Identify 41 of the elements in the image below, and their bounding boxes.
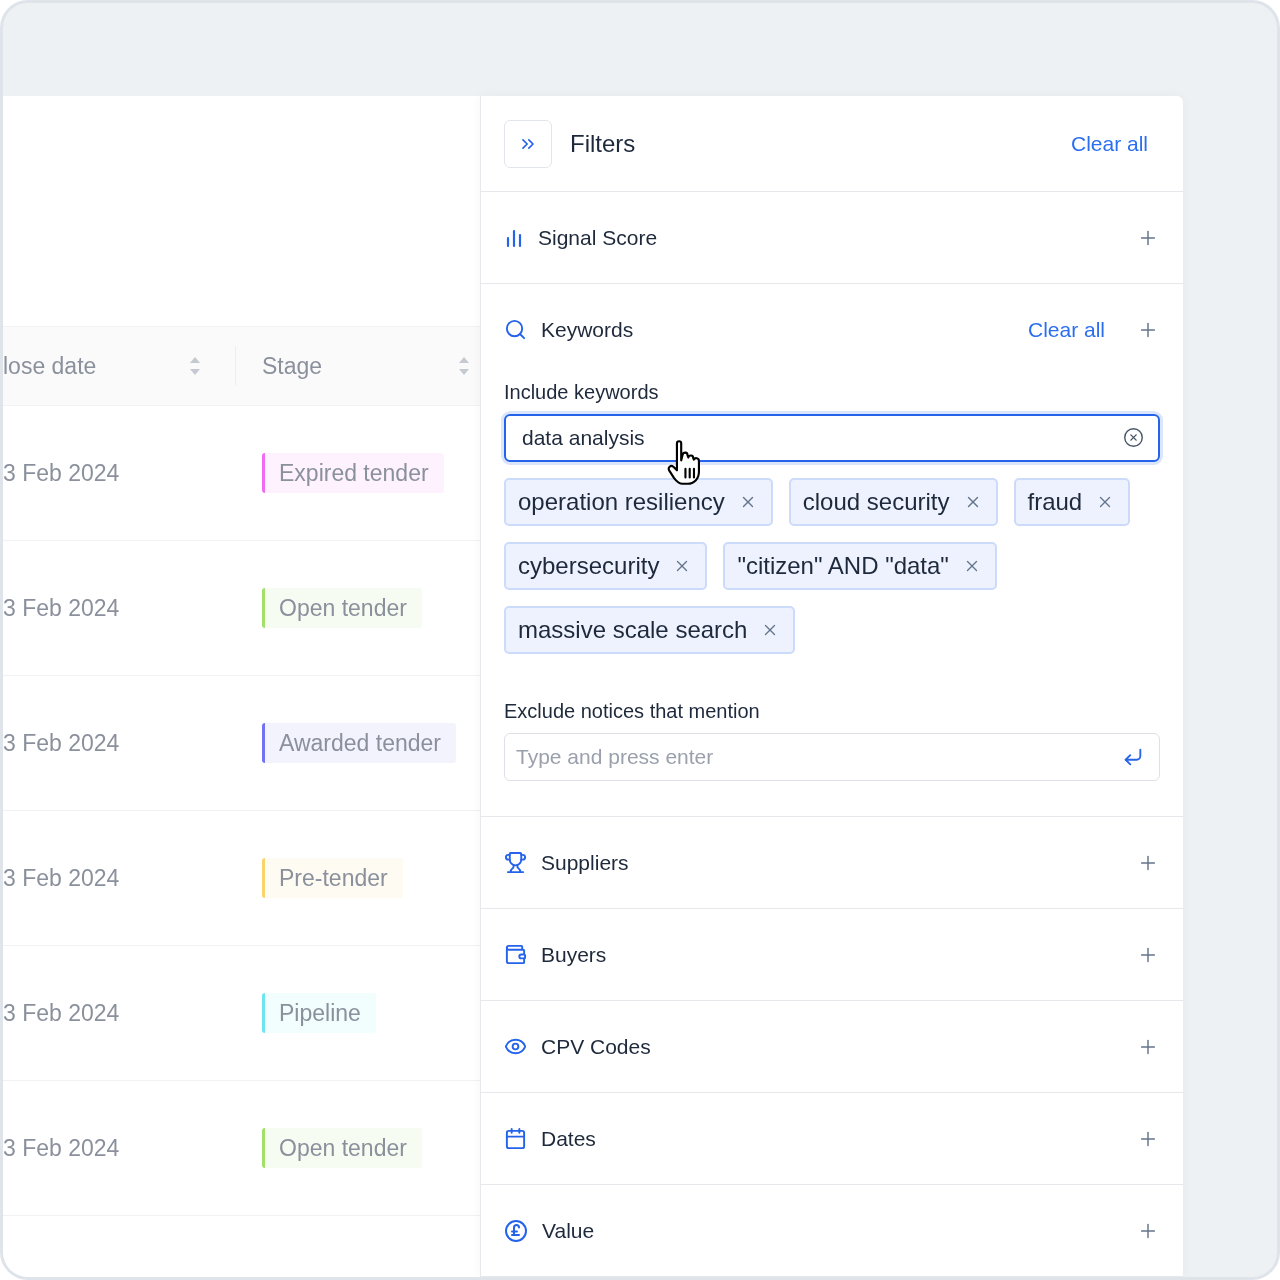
table-cell-text: 3 Feb 2024 [3, 1134, 121, 1162]
section-title[interactable]: Buyers [541, 942, 1105, 967]
table-cell-text: 3 Feb 2024 [3, 594, 121, 622]
keyword-tag: fraud [1013, 478, 1131, 526]
panel-title: Filters [570, 129, 637, 158]
keyword-tag: cloud security [788, 478, 998, 526]
stage-tag: Open tender [262, 588, 422, 628]
field-label: Exclude notices that mention [504, 700, 761, 723]
stage-tag: Pipeline [262, 993, 376, 1033]
table-cell-text: 3 Feb 2024 [3, 999, 121, 1027]
clear-all-link[interactable]: Clear all [1070, 131, 1148, 156]
section-title[interactable]: Dates [541, 1126, 1105, 1151]
exclude-keywords-field[interactable]: Type and press enter [504, 733, 1160, 781]
pound-coin-icon [504, 1218, 528, 1243]
table-cell-text: 3 Feb 2024 [3, 864, 121, 892]
field-label: Include keywords [504, 381, 660, 404]
collapse-button[interactable] [504, 119, 552, 168]
clear-all-link[interactable]: Clear all [1027, 317, 1105, 342]
clear-icon[interactable] [1123, 427, 1144, 448]
stage-tag: Expired tender [262, 453, 444, 493]
keyword-tag: operation resiliency [504, 478, 773, 526]
trophy-icon [504, 851, 527, 874]
enter-icon [1122, 746, 1144, 768]
bar-chart-icon [504, 227, 524, 248]
search-icon [504, 318, 527, 341]
include-keywords-field[interactable]: data analysis [504, 414, 1160, 462]
wallet-icon [504, 943, 527, 966]
section-title[interactable]: Signal Score [538, 225, 1105, 250]
table-cell-text: 3 Feb 2024 [3, 459, 121, 487]
calendar-icon [504, 1127, 527, 1150]
stage-tag: Awarded tender [262, 723, 456, 763]
section-title[interactable]: Suppliers [541, 850, 1105, 875]
keyword-tag: "citizen" AND "data" [723, 542, 997, 590]
keyword-tag: cybersecurity [504, 542, 708, 590]
section-title[interactable]: Keywords [541, 317, 1014, 342]
section-title[interactable]: CPV Codes [541, 1034, 1105, 1059]
section-title[interactable]: Value [542, 1218, 1105, 1243]
keyword-tag: massive scale search [504, 606, 796, 654]
stage-tag: Open tender [262, 1128, 422, 1168]
table-cell-text: 3 Feb 2024 [3, 729, 121, 757]
stage-tag: Pre-tender [262, 858, 403, 898]
